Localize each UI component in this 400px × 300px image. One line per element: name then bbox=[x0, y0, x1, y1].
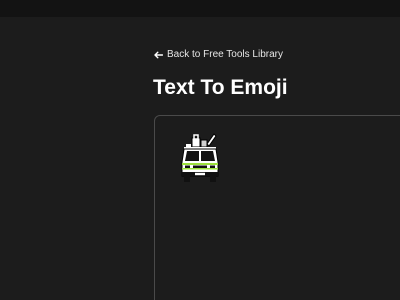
top-bar bbox=[0, 0, 400, 17]
back-link-label: Back to Free Tools Library bbox=[167, 49, 283, 60]
back-to-library-link[interactable]: Back to Free Tools Library bbox=[154, 48, 283, 62]
van-with-luggage-icon bbox=[177, 132, 223, 186]
arrow-left-icon bbox=[154, 51, 163, 59]
page-title: Text To Emoji bbox=[153, 76, 288, 99]
